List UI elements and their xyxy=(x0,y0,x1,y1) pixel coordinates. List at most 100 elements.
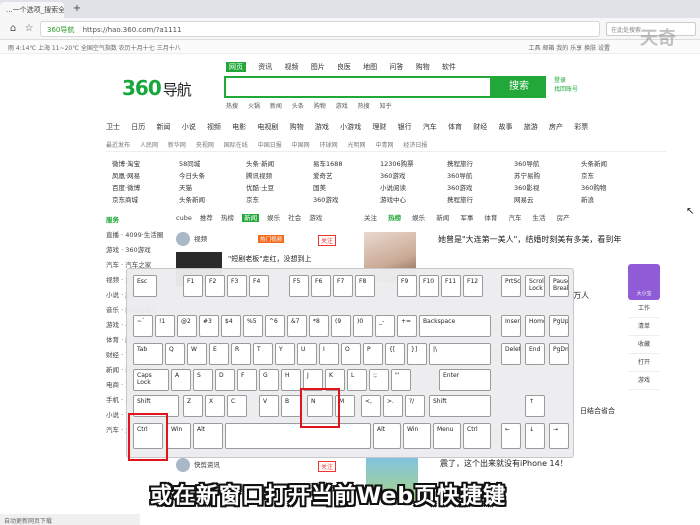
key-f2[interactable]: F2 xyxy=(205,275,225,297)
key-l[interactable]: L xyxy=(347,369,367,391)
key-insert[interactable]: Insert xyxy=(501,315,521,337)
key-0[interactable]: )0 xyxy=(353,315,373,337)
key-u[interactable]: U xyxy=(297,343,317,365)
site-link[interactable]: 京东商城 xyxy=(112,194,179,204)
subnav-item[interactable]: 经济日报 xyxy=(403,142,427,149)
search-button[interactable]: 搜索 xyxy=(492,76,546,98)
key-right-bracket[interactable]: }] xyxy=(407,343,427,365)
site-link[interactable]: 携程旅行 xyxy=(447,194,514,204)
mid-tab[interactable]: 游戏 xyxy=(309,214,322,222)
key-slash[interactable]: ?/ xyxy=(405,395,425,417)
key-right-win[interactable]: Win xyxy=(403,423,431,449)
tab-software[interactable]: 软件 xyxy=(442,63,456,71)
key-f8[interactable]: F8 xyxy=(355,275,375,297)
key-8[interactable]: *8 xyxy=(309,315,329,337)
key-backspace[interactable]: Backspace xyxy=(419,315,491,337)
tab-shopping[interactable]: 购物 xyxy=(416,63,430,71)
subnav-item[interactable]: 人民网 xyxy=(140,142,158,149)
key-home[interactable]: Home xyxy=(525,315,545,337)
url-input[interactable]: 360导航 https://hao.360.com/?a1111 xyxy=(40,21,600,37)
hotword[interactable]: 热搜 xyxy=(358,103,370,110)
right-tab[interactable]: 关注 xyxy=(364,214,377,222)
key-pgdn[interactable]: PgDn xyxy=(549,343,569,365)
site-link[interactable]: 京东 xyxy=(581,170,648,180)
cat-item[interactable]: 体育 xyxy=(448,123,462,131)
sidebar-item[interactable]: 收藏 xyxy=(628,336,660,354)
mid-tab[interactable]: 娱乐 xyxy=(267,214,280,222)
subnav-item[interactable]: 中国网 xyxy=(292,142,310,149)
key-caps-lock[interactable]: Caps Lock xyxy=(133,369,169,391)
key-backslash[interactable]: |\ xyxy=(429,343,491,365)
site-link[interactable]: 360游戏 xyxy=(380,170,447,180)
sidebar-item[interactable]: 打开 xyxy=(628,354,660,372)
key-f9[interactable]: F9 xyxy=(397,275,417,297)
subnav-item[interactable]: 国际在线 xyxy=(224,142,248,149)
sidebar-item[interactable]: 清单 xyxy=(628,318,660,336)
hotword[interactable]: 火锅 xyxy=(248,103,260,110)
key-arrow-up[interactable]: ↑ xyxy=(525,395,545,417)
site-link[interactable]: 360导航 xyxy=(447,170,514,180)
subnav-item[interactable]: 光明网 xyxy=(348,142,366,149)
right-tab-active[interactable]: 热榜 xyxy=(388,214,401,222)
cat-item[interactable]: 小说 xyxy=(182,123,196,131)
subnav-item[interactable]: 新华网 xyxy=(168,142,186,149)
key-prtsc[interactable]: PrtSc xyxy=(501,275,521,297)
key-q[interactable]: Q xyxy=(165,343,185,365)
key-i[interactable]: I xyxy=(319,343,339,365)
key-s[interactable]: S xyxy=(193,369,213,391)
tab-news[interactable]: 资讯 xyxy=(258,63,272,71)
cat-item[interactable]: 财经 xyxy=(473,123,487,131)
key-f4[interactable]: F4 xyxy=(249,275,269,297)
key-arrow-right[interactable]: → xyxy=(549,423,569,449)
site-link[interactable]: 头条新闻 xyxy=(581,158,648,168)
key-pause-break[interactable]: Pause Break xyxy=(549,275,569,297)
tab-video[interactable]: 视频 xyxy=(284,63,298,71)
key-p[interactable]: P xyxy=(363,343,383,365)
feed-username[interactable]: 快剪资讯 xyxy=(194,461,220,469)
key-f10[interactable]: F10 xyxy=(419,275,439,297)
cat-item[interactable]: 新闻 xyxy=(156,123,170,131)
key-5[interactable]: %5 xyxy=(243,315,263,337)
star-icon[interactable]: ☆ xyxy=(22,22,36,36)
cat-item[interactable]: 日历 xyxy=(131,123,145,131)
key-esc[interactable]: Esc xyxy=(133,275,157,297)
site-link[interactable]: 12306购票 xyxy=(380,158,447,168)
site-link[interactable]: 易车1688 xyxy=(313,158,380,168)
right-tab[interactable]: 军事 xyxy=(460,214,473,222)
key-arrow-down[interactable]: ↓ xyxy=(525,423,545,449)
site-link[interactable]: 360游戏 xyxy=(313,194,380,204)
site-link[interactable]: 苏宁易购 xyxy=(514,170,581,180)
tab-web[interactable]: 网页 xyxy=(226,62,246,72)
cat-item[interactable]: 汽车 xyxy=(423,123,437,131)
tab-qa[interactable]: 问答 xyxy=(389,63,403,71)
key-6[interactable]: ^6 xyxy=(265,315,285,337)
key-left-win[interactable]: Win xyxy=(167,423,191,449)
cat-item[interactable]: 房产 xyxy=(549,123,563,131)
key-f5[interactable]: F5 xyxy=(289,275,309,297)
browser-tab[interactable]: ...一个选项_搜索全部 xyxy=(0,2,64,18)
key-3[interactable]: #3 xyxy=(199,315,219,337)
site-link[interactable]: 小说阅读 xyxy=(380,182,447,192)
left-head[interactable]: 服务 xyxy=(106,214,170,229)
key-v[interactable]: V xyxy=(259,395,279,417)
key-comma[interactable]: <, xyxy=(361,395,381,417)
key-arrow-left[interactable]: ← xyxy=(501,423,521,449)
site-link[interactable]: 360导航 xyxy=(514,158,581,168)
site-link[interactable]: 58同城 xyxy=(179,158,246,168)
key-enter[interactable]: Enter xyxy=(439,369,491,391)
site-link[interactable]: 头条新闻 xyxy=(179,194,246,204)
key-w[interactable]: W xyxy=(187,343,207,365)
cat-item[interactable]: 故事 xyxy=(499,123,513,131)
site-link[interactable]: 新浪 xyxy=(581,194,648,204)
tab-images[interactable]: 图片 xyxy=(311,63,325,71)
right-tab[interactable]: 生活 xyxy=(533,214,546,222)
key-t[interactable]: T xyxy=(253,343,273,365)
key-y[interactable]: Y xyxy=(275,343,295,365)
right-tab[interactable]: 汽车 xyxy=(508,214,521,222)
key-left-bracket[interactable]: {[ xyxy=(385,343,405,365)
left-item[interactable]: 游戏 · 360游戏 xyxy=(106,244,170,259)
cat-item[interactable]: 电影 xyxy=(232,123,246,131)
site-link[interactable]: 凤凰·网易 xyxy=(112,170,179,180)
subnav-item[interactable]: 中国日报 xyxy=(258,142,282,149)
site-link[interactable]: 京东 xyxy=(246,194,313,204)
